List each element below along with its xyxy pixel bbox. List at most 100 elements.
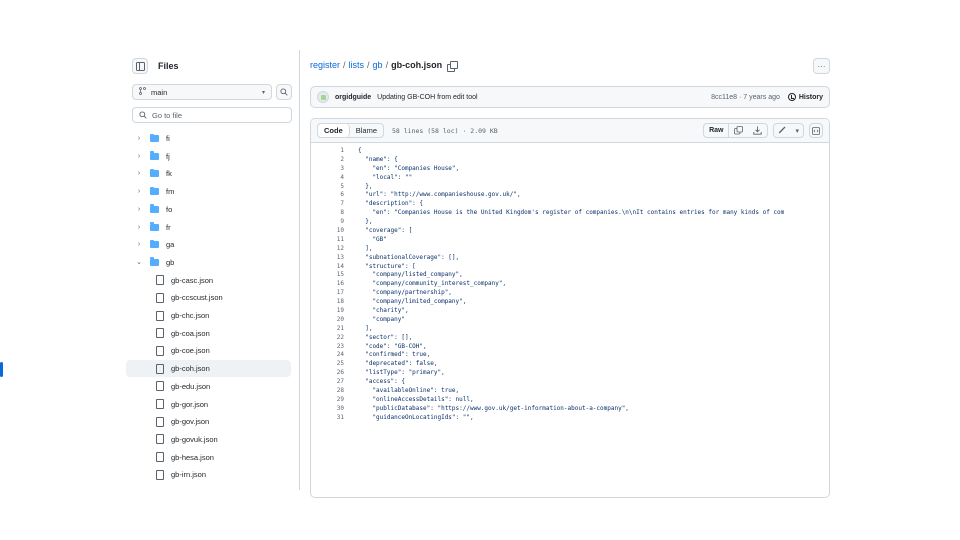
tree-folder-fo[interactable]: › fo bbox=[126, 201, 291, 218]
line-number[interactable]: 12 bbox=[311, 245, 344, 254]
tree-file[interactable]: gb-gov.json bbox=[126, 413, 291, 430]
tree-item-label: fr bbox=[166, 222, 171, 232]
folder-icon bbox=[150, 239, 159, 249]
tree-folder-fm[interactable]: › fm bbox=[126, 183, 291, 200]
line-number[interactable]: 18 bbox=[311, 298, 344, 307]
breadcrumb-repo-link[interactable]: register bbox=[310, 60, 340, 70]
code-line: 21 ], bbox=[311, 325, 829, 334]
tree-folder-fk[interactable]: › fk bbox=[126, 165, 291, 182]
code-line: 23 "code": "GB-COH", bbox=[311, 343, 829, 352]
go-to-file-input[interactable]: Go to file bbox=[132, 107, 292, 123]
code-view[interactable]: 1{2 "name": {3 "en": "Companies House", 4… bbox=[311, 147, 829, 423]
line-number[interactable]: 23 bbox=[311, 343, 344, 352]
line-number[interactable]: 15 bbox=[311, 271, 344, 280]
tree-file[interactable]: gb-coe.json bbox=[126, 342, 291, 359]
copy-raw-button[interactable] bbox=[729, 124, 748, 137]
kebab-horizontal-icon[interactable]: ··· bbox=[813, 58, 830, 74]
avatar[interactable] bbox=[317, 91, 329, 103]
line-number[interactable]: 19 bbox=[311, 307, 344, 316]
sidebar-divider[interactable] bbox=[299, 50, 300, 490]
branch-name: main bbox=[151, 87, 168, 97]
commit-message[interactable]: Updating GB-COH from edit tool bbox=[377, 94, 477, 101]
line-number[interactable]: 26 bbox=[311, 369, 344, 378]
download-button[interactable] bbox=[748, 124, 767, 137]
line-number[interactable]: 2 bbox=[311, 156, 344, 165]
tree-file[interactable]: gb-gor.json bbox=[126, 396, 291, 413]
tree-file[interactable]: gb-edu.json bbox=[126, 378, 291, 395]
line-number[interactable]: 5 bbox=[311, 183, 344, 192]
line-number[interactable]: 7 bbox=[311, 200, 344, 209]
line-number[interactable]: 1 bbox=[311, 147, 344, 156]
line-number[interactable]: 30 bbox=[311, 405, 344, 414]
code-line: 20 "company" bbox=[311, 316, 829, 325]
line-number[interactable]: 11 bbox=[311, 236, 344, 245]
code-line: 28 "availableOnline": true, bbox=[311, 387, 829, 396]
tab-code[interactable]: Code bbox=[318, 124, 350, 137]
line-content: "subnationalCoverage": [], bbox=[358, 253, 460, 261]
line-content: "charity", bbox=[358, 307, 409, 315]
line-number[interactable]: 4 bbox=[311, 174, 344, 183]
line-number[interactable]: 17 bbox=[311, 289, 344, 298]
folder-icon bbox=[150, 204, 159, 213]
code-line: 10 "coverage": [ bbox=[311, 227, 829, 236]
edit-button[interactable] bbox=[774, 125, 791, 136]
code-symbols-icon[interactable] bbox=[809, 123, 823, 138]
breadcrumb-dir-link[interactable]: lists bbox=[349, 60, 365, 70]
copy-icon[interactable] bbox=[447, 60, 459, 72]
tree-file[interactable]: gb-chc.json bbox=[126, 307, 291, 324]
tree-item-label: gb-gov.json bbox=[171, 417, 210, 427]
line-number[interactable]: 28 bbox=[311, 387, 344, 396]
file-icon bbox=[156, 275, 164, 286]
file-icon bbox=[156, 399, 164, 409]
tree-file[interactable]: gb-govuk.json bbox=[126, 431, 291, 448]
latest-commit-bar: orgidguide Updating GB-COH from edit too… bbox=[310, 86, 830, 108]
tree-folder-fj[interactable]: › fj bbox=[126, 148, 291, 165]
line-number[interactable]: 6 bbox=[311, 191, 344, 200]
raw-button[interactable]: Raw bbox=[704, 124, 730, 137]
tree-file-active[interactable]: gb-coh.json bbox=[126, 360, 291, 378]
branch-selector[interactable]: main ▾ bbox=[132, 84, 272, 100]
tree-folder-fi[interactable]: › fi bbox=[126, 130, 291, 147]
line-number[interactable]: 3 bbox=[311, 165, 344, 174]
tab-blame[interactable]: Blame bbox=[350, 124, 383, 137]
line-number[interactable]: 20 bbox=[311, 316, 344, 325]
line-number[interactable]: 22 bbox=[311, 334, 344, 343]
tree-file[interactable]: gb-irn.json bbox=[126, 466, 291, 483]
sidebar-collapse-icon[interactable] bbox=[132, 58, 148, 74]
line-number[interactable]: 27 bbox=[311, 378, 344, 387]
search-button[interactable] bbox=[276, 84, 292, 100]
history-button[interactable]: History bbox=[787, 93, 823, 101]
tree-file[interactable]: gb-coa.json bbox=[126, 325, 291, 342]
line-number[interactable]: 25 bbox=[311, 360, 344, 369]
breadcrumb-dir-link[interactable]: gb bbox=[373, 60, 383, 70]
tree-folder-gb[interactable]: ⌄ gb bbox=[126, 254, 291, 271]
line-number[interactable]: 10 bbox=[311, 227, 344, 236]
code-line: 18 "company/limited_company", bbox=[311, 298, 829, 307]
line-number[interactable]: 31 bbox=[311, 414, 344, 423]
tree-folder-ga[interactable]: › ga bbox=[126, 236, 291, 253]
line-number[interactable]: 13 bbox=[311, 254, 344, 263]
tree-item-label: gb-hesa.json bbox=[171, 452, 214, 462]
line-number[interactable]: 8 bbox=[311, 209, 344, 218]
line-number[interactable]: 9 bbox=[311, 218, 344, 227]
line-number[interactable]: 16 bbox=[311, 280, 344, 289]
edit-menu-chevron-down-icon[interactable]: ▾ bbox=[791, 127, 803, 135]
line-number[interactable]: 24 bbox=[311, 351, 344, 360]
line-number[interactable]: 29 bbox=[311, 396, 344, 405]
breadcrumb-separator: / bbox=[343, 60, 346, 70]
pencil-icon bbox=[779, 126, 786, 134]
file-icon bbox=[156, 452, 164, 463]
line-number[interactable]: 21 bbox=[311, 325, 344, 334]
tree-file[interactable]: gb-hesa.json bbox=[126, 449, 291, 466]
tree-file[interactable]: gb-casc.json bbox=[126, 272, 291, 289]
commit-author[interactable]: orgidguide bbox=[335, 94, 371, 101]
line-content: "confirmed": true, bbox=[358, 351, 431, 359]
commit-meta[interactable]: 8cc11e8 · 7 years ago bbox=[711, 94, 780, 101]
file-icon bbox=[156, 363, 164, 374]
folder-icon bbox=[150, 168, 159, 178]
line-number[interactable]: 14 bbox=[311, 263, 344, 272]
tree-file[interactable]: gb-ccscust.json bbox=[126, 289, 291, 306]
raw-actions: Raw bbox=[703, 123, 769, 138]
file-icon bbox=[156, 345, 164, 356]
tree-folder-fr[interactable]: › fr bbox=[126, 219, 291, 236]
